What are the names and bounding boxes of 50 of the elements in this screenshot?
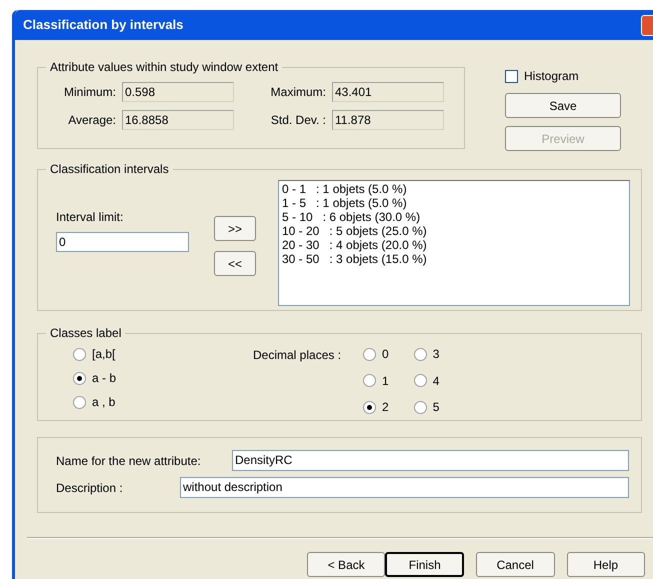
name-field[interactable]: DensityRC: [232, 450, 629, 471]
radio-label: 4: [432, 372, 440, 390]
radio-label: 3: [432, 346, 440, 363]
radio-label: a , b: [92, 394, 116, 411]
radio-button[interactable]: [73, 396, 86, 408]
add-button[interactable]: >>: [214, 216, 256, 241]
footer-button[interactable]: Cancel: [476, 552, 554, 577]
field-label: Average:: [67, 112, 117, 129]
radio-button[interactable]: [414, 374, 427, 388]
radio-label: 1: [382, 372, 389, 390]
footer-button[interactable]: < Back: [307, 552, 386, 577]
readonly-field: 0.598: [122, 82, 234, 102]
list-item[interactable]: 1 - 5 : 1 objets (5.0 %): [282, 196, 626, 210]
radio-button[interactable]: [73, 372, 86, 384]
checkbox[interactable]: [505, 70, 518, 82]
interval-label: Interval limit:: [56, 209, 124, 226]
list-item[interactable]: 30 - 50 : 3 objets (15.0 %): [282, 252, 626, 266]
radio-button[interactable]: [363, 374, 376, 388]
radio-label: 2: [382, 399, 389, 416]
radio-button[interactable]: [414, 400, 427, 414]
field-label: Maximum:: [270, 84, 327, 101]
readonly-field: 11.878: [332, 110, 444, 130]
radio-button[interactable]: [73, 348, 86, 360]
list-item[interactable]: 0 - 1 : 1 objets (5.0 %): [282, 182, 626, 196]
window-title: Classification by intervals: [23, 16, 184, 34]
decimal-label: Decimal places :: [253, 347, 342, 364]
readonly-field: 16.8858: [122, 110, 234, 130]
list-item[interactable]: 5 - 10 : 6 objets (30.0 %): [282, 210, 626, 224]
remove-button[interactable]: <<: [214, 251, 256, 276]
footer-button[interactable]: Finish: [385, 552, 464, 577]
description-field[interactable]: without description: [180, 477, 629, 498]
interval-field[interactable]: 0: [56, 232, 189, 252]
description-label: Description :: [56, 480, 124, 496]
field-label: Minimum:: [62, 84, 117, 101]
checkbox-label: Histogram: [524, 68, 579, 85]
list-item[interactable]: 20 - 30 : 4 objets (20.0 %): [282, 238, 626, 252]
group-title: Attribute values within study window extent: [46, 59, 282, 75]
radio-label: 5: [432, 399, 440, 416]
radio-label: 0: [382, 346, 389, 363]
readonly-field: 43.401: [332, 82, 444, 102]
field-label: Std. Dev. :: [270, 112, 327, 129]
radio-label: [a,b[: [92, 346, 116, 363]
side-button[interactable]: Save: [505, 93, 621, 118]
name-label: Name for the new attribute:: [56, 452, 202, 470]
radio-button[interactable]: [414, 348, 427, 360]
radio-button[interactable]: [363, 400, 376, 414]
radio-button[interactable]: [363, 348, 376, 360]
radio-label: a - b: [92, 370, 116, 387]
footer-button[interactable]: Help: [566, 552, 645, 577]
list-item[interactable]: 10 - 20 : 5 objets (25.0 %): [282, 224, 626, 238]
